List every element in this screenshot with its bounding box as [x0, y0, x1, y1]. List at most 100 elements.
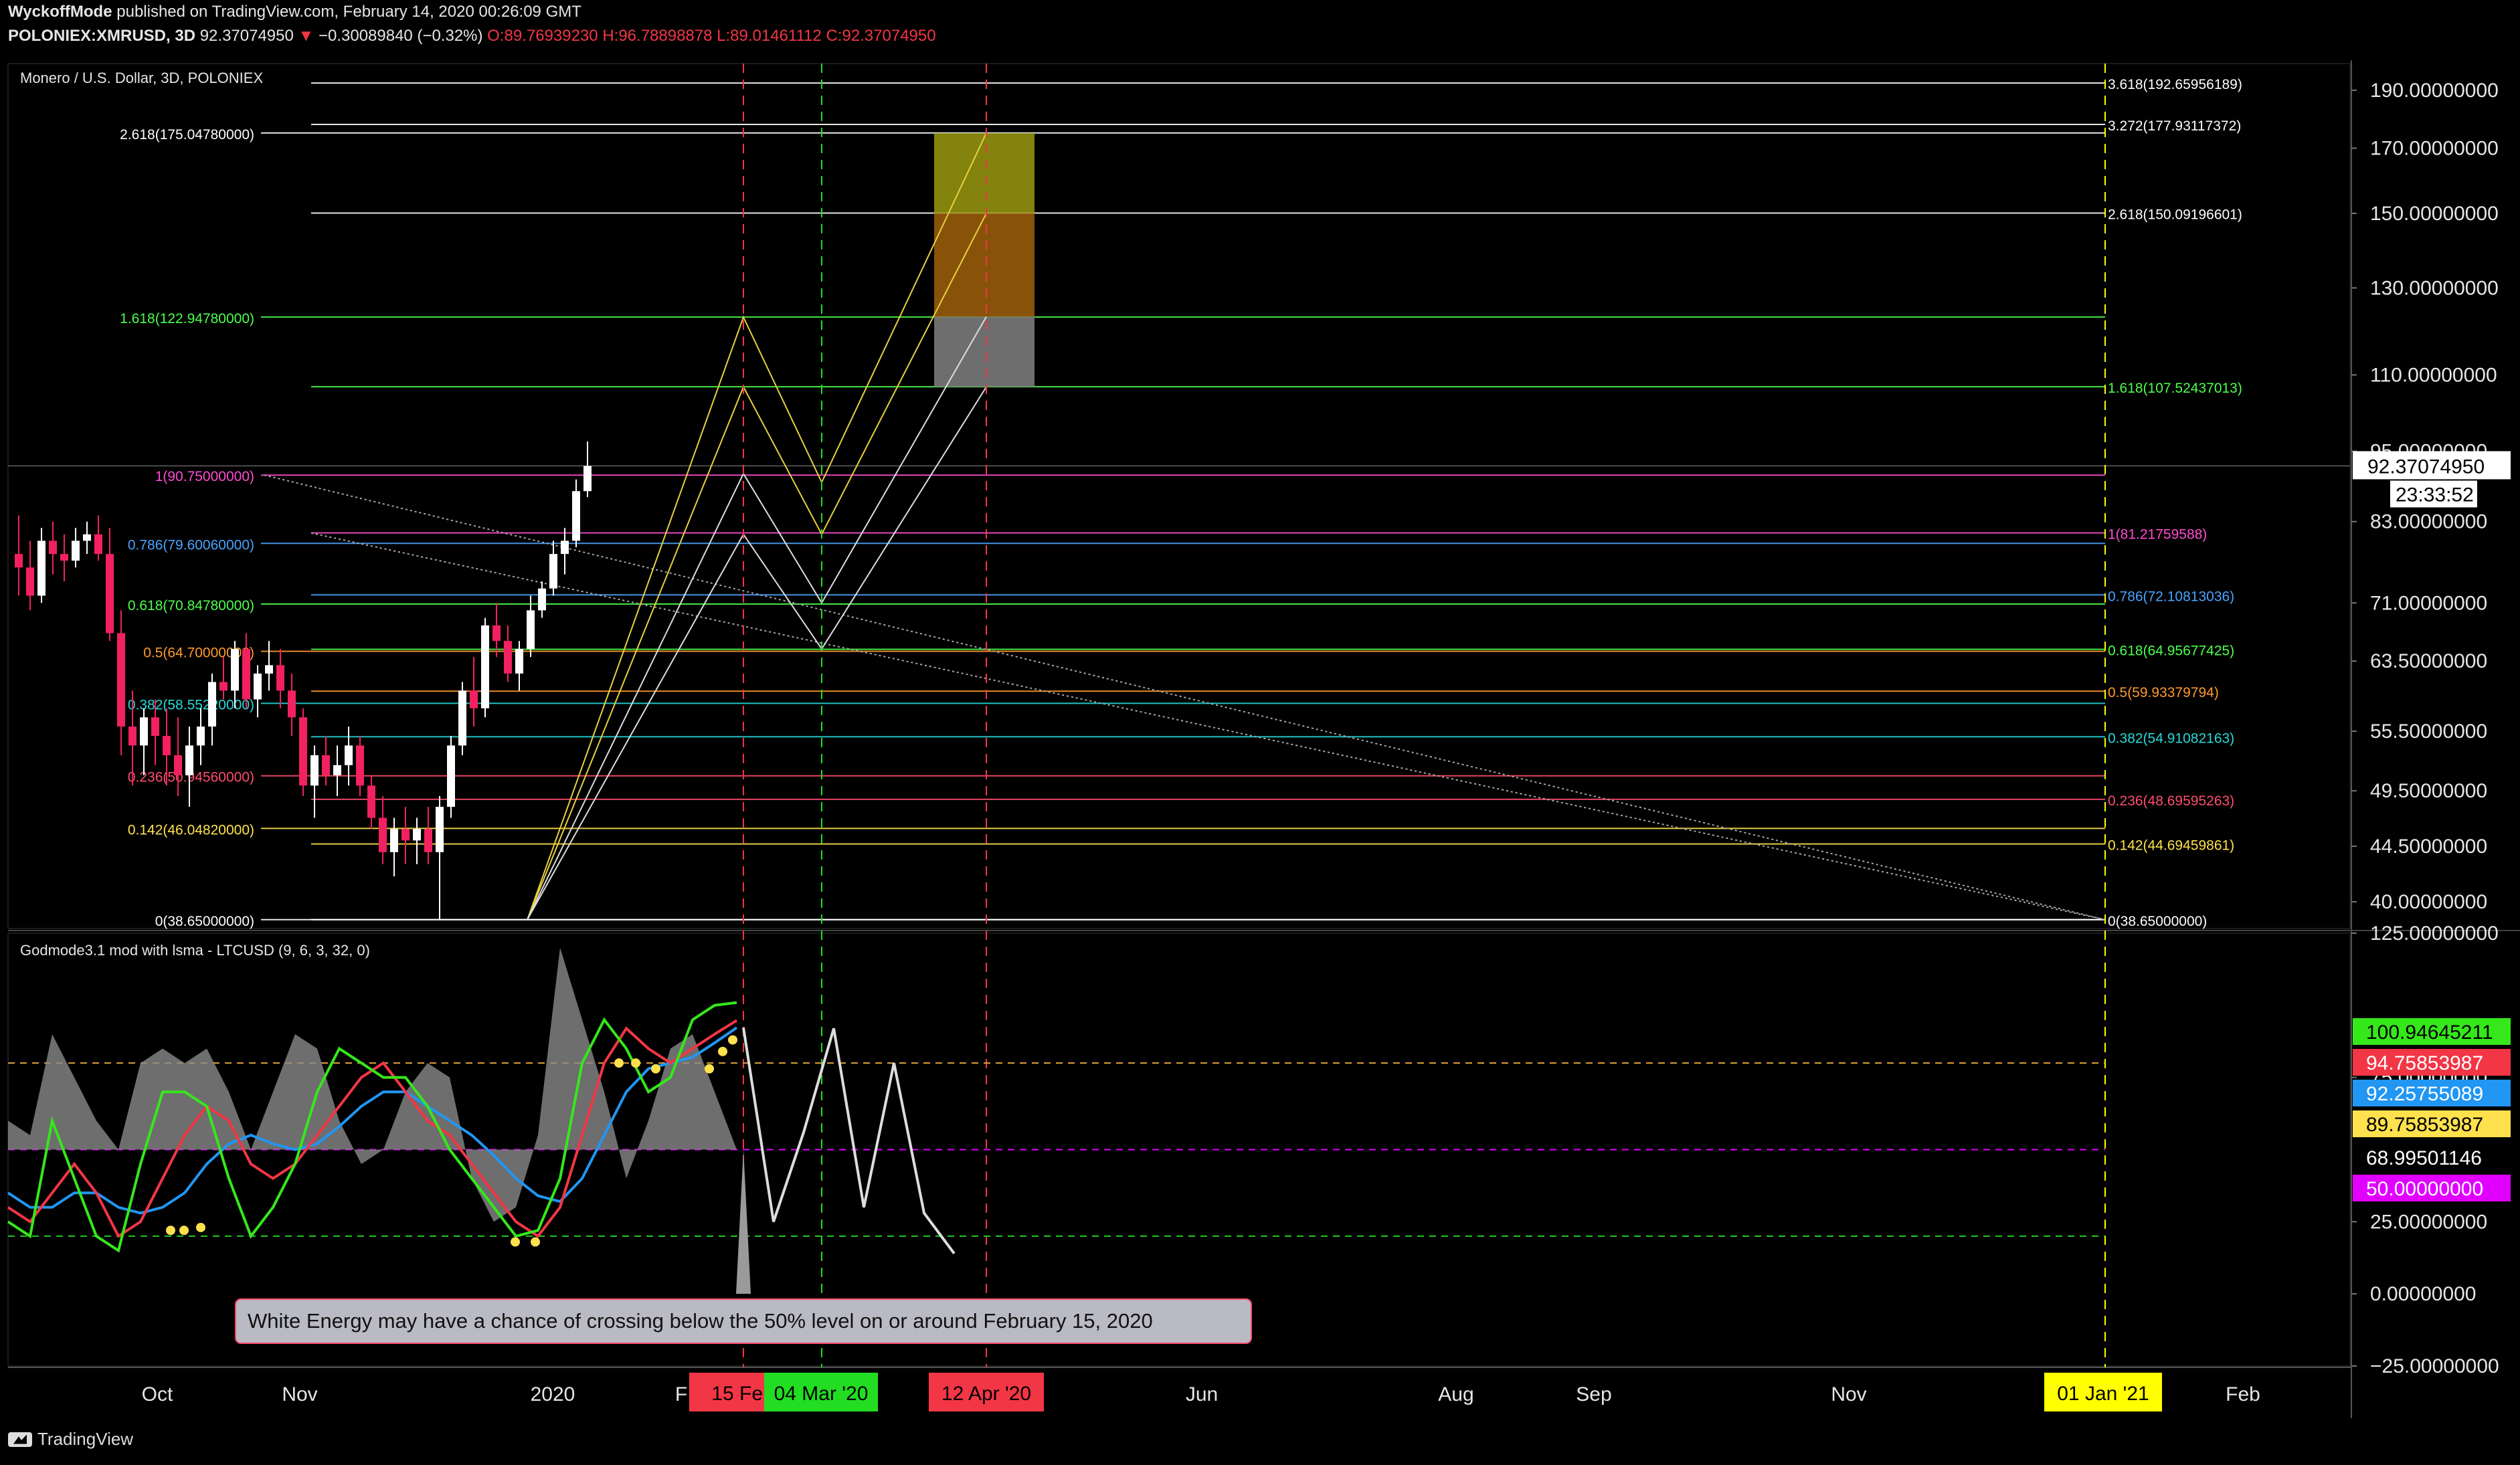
candle-body [219, 682, 228, 691]
time-axis-label: Oct [142, 1383, 173, 1405]
candle-body [83, 534, 91, 541]
fib-extension-label: 0.382(54.91082163) [2108, 730, 2234, 746]
candle-body [583, 466, 592, 492]
time-axis-label: Nov [282, 1383, 317, 1405]
footer-brand-label: TradingView [37, 1429, 134, 1449]
candle-body [401, 829, 410, 841]
candle-body [538, 588, 546, 611]
indicator-value-label: 89.75853987 [2366, 1114, 2483, 1136]
candle-body [49, 541, 57, 555]
price-axis-label: 110.00000000 [2370, 364, 2497, 386]
candle-body [208, 682, 216, 727]
fib-extension-label: 0.786(72.10813036) [2108, 589, 2234, 604]
fib-extension-label: 0.5(59.93379794) [2108, 685, 2219, 700]
candle-body [288, 690, 296, 718]
price-axis-label: 170.00000000 [2370, 138, 2499, 160]
candle-body [572, 491, 580, 541]
candle-body [94, 534, 102, 555]
candle-body [117, 633, 125, 727]
signal-dot [718, 1046, 727, 1056]
fib-level-label: 0.142(46.04820000) [128, 822, 254, 838]
candle-body [37, 541, 46, 596]
fib-extension-label: 0.236(48.69595263) [2108, 793, 2234, 809]
signal-dot [531, 1237, 540, 1247]
signal-dot [631, 1058, 640, 1068]
candle-body [481, 625, 489, 708]
date-marker-label: 04 Mar '20 [774, 1383, 869, 1405]
candle-body [561, 541, 569, 555]
candle-body [413, 829, 421, 841]
target-zone-box [934, 213, 1034, 317]
candle-body [379, 817, 387, 852]
time-axis-label: Sep [1576, 1383, 1611, 1405]
signal-dot [179, 1226, 189, 1236]
price-axis-label: 71.00000000 [2370, 592, 2487, 614]
fib-extension-label: 1(81.21759588) [2108, 527, 2207, 543]
annotation-text: White Energy may have a chance of crossi… [248, 1309, 1153, 1333]
candle-body [197, 726, 205, 746]
price-axis-label: 130.00000000 [2370, 277, 2499, 299]
price-axis-label: 40.00000000 [2370, 891, 2487, 913]
candle-body [254, 673, 262, 700]
price-tag-value: 92.37074950 [2367, 456, 2485, 478]
candle-body [163, 736, 171, 755]
indicator-axis-label: 0.00000000 [2370, 1283, 2477, 1305]
fib-extension-label: 1.618(107.52437013) [2108, 381, 2242, 396]
fib-level-label: 0.618(70.84780000) [128, 598, 254, 613]
indicator-pane-title: Godmode3.1 mod with lsma - LTCUSD (9, 6,… [20, 942, 370, 959]
candle-body [106, 554, 114, 633]
candle-body [527, 610, 535, 650]
chart-stage: WyckoffMode published on TradingView.com… [0, 0, 2520, 1465]
signal-dot [651, 1064, 660, 1074]
time-axis-label: Aug [1438, 1383, 1473, 1405]
candle-body [15, 554, 23, 568]
fib-extension-label: 3.618(192.65956189) [2108, 77, 2242, 92]
candle-body [174, 755, 182, 775]
candle-body [333, 765, 341, 775]
candle-body [299, 717, 307, 786]
time-axis-label: Jun [1186, 1383, 1218, 1405]
price-axis-label: 150.00000000 [2370, 203, 2499, 225]
indicator-axis-label: 25.00000000 [2370, 1211, 2487, 1233]
candle-body [367, 785, 375, 818]
candle-body [242, 649, 250, 700]
indicator-value-label: 92.25755089 [2366, 1083, 2483, 1105]
price-axis-label: 63.50000000 [2370, 650, 2487, 672]
target-zone-box [934, 316, 1034, 387]
candle-body [470, 690, 478, 708]
chart-canvas[interactable]: 190.00000000 170.00000000 150.00000000 130.… [0, 0, 2520, 1465]
candle-body [322, 755, 330, 775]
fib-extension-label: 3.272(177.93117372) [2108, 118, 2241, 134]
candle-body [276, 665, 284, 691]
candle-body [447, 745, 455, 807]
fib-level-label: 0(38.65000000) [155, 914, 254, 929]
indicator-value-label: 50.00000000 [2366, 1178, 2483, 1200]
fib-extension-label: 0(38.65000000) [2108, 914, 2207, 929]
candle-body [151, 717, 159, 737]
candle-body [72, 541, 80, 561]
candle-body [26, 567, 34, 596]
candle-body [504, 641, 512, 674]
fib-level-label: 2.618(175.04780000) [120, 127, 254, 142]
indicator-axis-label: −25.00000000 [2370, 1355, 2499, 1377]
candle-body [515, 649, 523, 674]
fib-level-label: 0.786(79.60060000) [128, 537, 254, 553]
signal-dot [166, 1226, 175, 1236]
candle-body [549, 554, 557, 589]
price-pane-title: Monero / U.S. Dollar, 3D, POLONIEX [20, 70, 264, 86]
signal-dot [728, 1035, 737, 1045]
footer-brand[interactable]: TradingView [8, 1429, 133, 1450]
time-axis-label: Nov [1831, 1383, 1866, 1405]
time-axis-label: 2020 [531, 1383, 575, 1405]
indicator-value-label: 94.75853987 [2366, 1052, 2483, 1074]
candle-body [458, 690, 466, 746]
fib-extension-label: 0.142(44.69459861) [2108, 838, 2234, 854]
signal-dot [614, 1058, 624, 1068]
tradingview-logo-icon [8, 1432, 32, 1447]
candle-body [492, 625, 501, 642]
fib-level-label: 1(90.75000000) [155, 469, 254, 484]
candle-body [140, 717, 148, 746]
candle-body [356, 745, 364, 786]
indicator-axis-label: 125.00000000 [2370, 922, 2499, 945]
candle-body [345, 745, 353, 765]
